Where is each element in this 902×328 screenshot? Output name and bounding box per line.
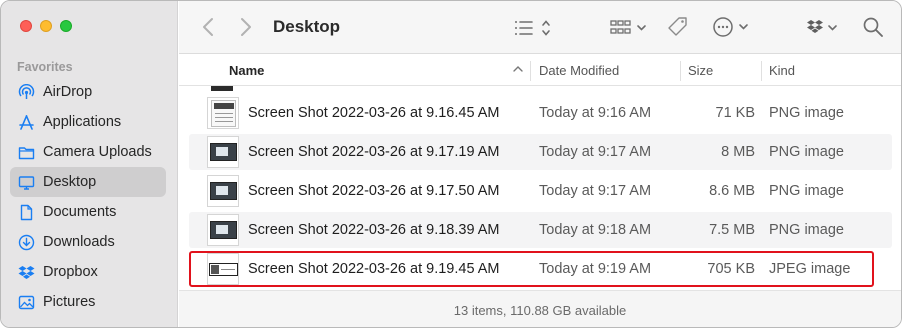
folder-icon bbox=[18, 144, 35, 161]
finder-window: Favorites AirDrop Applications Camera Up… bbox=[0, 0, 902, 328]
file-row[interactable]: Screen Shot 2022-03-26 at 9.18.39 AM Tod… bbox=[189, 212, 892, 248]
file-date: Today at 9:18 AM bbox=[539, 222, 652, 238]
file-name: Screen Shot 2022-03-26 at 9.19.45 AM bbox=[248, 261, 500, 277]
close-window-button[interactable] bbox=[20, 20, 32, 32]
column-header-date-modified[interactable]: Date Modified bbox=[539, 63, 619, 78]
sidebar-item-applications[interactable]: Applications bbox=[10, 107, 166, 137]
desktop-icon bbox=[18, 174, 35, 191]
more-icon bbox=[713, 17, 748, 37]
sidebar-item-label: Documents bbox=[43, 204, 117, 220]
zoom-window-button[interactable] bbox=[60, 20, 72, 32]
sidebar-item-label: Downloads bbox=[43, 234, 115, 250]
sidebar-item-desktop[interactable]: Desktop bbox=[10, 167, 166, 197]
sidebar-item-camera-uploads[interactable]: Camera Uploads bbox=[10, 137, 166, 167]
column-header-bar: Name Date Modified Size Kind bbox=[179, 55, 901, 86]
downloads-icon bbox=[18, 234, 35, 251]
file-name: Screen Shot 2022-03-26 at 9.17.19 AM bbox=[248, 144, 500, 160]
search-icon bbox=[863, 17, 883, 37]
dropbox-icon bbox=[807, 20, 837, 33]
file-name: Screen Shot 2022-03-26 at 9.18.39 AM bbox=[248, 222, 500, 238]
action-menu-button[interactable] bbox=[712, 15, 752, 39]
sidebar-item-pictures[interactable]: Pictures bbox=[10, 287, 166, 317]
file-date: Today at 9:19 AM bbox=[539, 261, 652, 277]
file-kind: PNG image bbox=[769, 105, 844, 121]
column-header-size[interactable]: Size bbox=[688, 63, 713, 78]
file-size: 705 KB bbox=[707, 261, 755, 277]
minimize-window-button[interactable] bbox=[40, 20, 52, 32]
pictures-icon bbox=[18, 294, 35, 311]
file-thumbnail bbox=[207, 97, 239, 129]
file-date: Today at 9:17 AM bbox=[539, 183, 652, 199]
status-bar: 13 items, 110.88 GB available bbox=[179, 290, 901, 327]
file-date: Today at 9:17 AM bbox=[539, 144, 652, 160]
sidebar-list: AirDrop Applications Camera Uploads Desk… bbox=[10, 77, 166, 317]
file-name: Screen Shot 2022-03-26 at 9.17.50 AM bbox=[248, 183, 500, 199]
sidebar-item-dropbox[interactable]: Dropbox bbox=[10, 257, 166, 287]
group-icon bbox=[610, 20, 646, 34]
airdrop-icon bbox=[18, 83, 35, 101]
group-button[interactable] bbox=[609, 16, 651, 40]
tag-icon bbox=[668, 17, 687, 36]
file-row[interactable]: Screen Shot 2022-03-26 at 9.19.45 AM Tod… bbox=[189, 251, 892, 287]
file-list: Screen Shot 2022-03-26 at 9.16.45 AM Tod… bbox=[189, 86, 892, 289]
sidebar-item-label: Desktop bbox=[43, 174, 97, 190]
document-icon bbox=[18, 204, 35, 221]
column-header-name[interactable]: Name bbox=[229, 63, 264, 78]
sidebar: Favorites AirDrop Applications Camera Up… bbox=[1, 1, 178, 327]
file-thumbnail bbox=[207, 136, 239, 168]
dropbox-icon bbox=[18, 264, 35, 281]
file-size: 8 MB bbox=[721, 144, 755, 160]
back-button[interactable] bbox=[197, 16, 219, 38]
sidebar-item-label: AirDrop bbox=[43, 84, 93, 100]
chevron-left-icon bbox=[203, 18, 213, 36]
window-title: Desktop bbox=[273, 17, 341, 36]
sidebar-item-documents[interactable]: Documents bbox=[10, 197, 166, 227]
file-thumbnail bbox=[207, 175, 239, 207]
sidebar-item-label: Applications bbox=[43, 114, 122, 130]
dropbox-menu-button[interactable] bbox=[806, 16, 842, 40]
list-view-icon bbox=[515, 20, 550, 36]
sort-ascending-icon[interactable] bbox=[512, 61, 524, 80]
toolbar: Desktop bbox=[179, 1, 901, 54]
file-row[interactable]: Screen Shot 2022-03-26 at 9.17.50 AM Tod… bbox=[189, 173, 892, 209]
file-kind: PNG image bbox=[769, 183, 844, 199]
favorites-heading: Favorites bbox=[17, 60, 73, 74]
sidebar-item-label: Camera Uploads bbox=[43, 144, 152, 160]
applications-icon bbox=[18, 114, 35, 131]
column-divider[interactable] bbox=[530, 61, 531, 81]
view-options-button[interactable] bbox=[513, 16, 555, 40]
file-date: Today at 9:16 AM bbox=[539, 105, 652, 121]
column-divider[interactable] bbox=[761, 61, 762, 81]
file-name: Screen Shot 2022-03-26 at 9.16.45 AM bbox=[248, 105, 500, 121]
window-controls bbox=[20, 20, 72, 32]
tag-button[interactable] bbox=[666, 15, 690, 39]
column-header-kind[interactable]: Kind bbox=[769, 63, 795, 78]
file-row[interactable]: Screen Shot 2022-03-26 at 9.16.45 AM Tod… bbox=[189, 95, 892, 131]
chevron-right-icon bbox=[241, 18, 251, 36]
file-thumbnail bbox=[211, 86, 233, 91]
file-thumbnail bbox=[207, 214, 239, 246]
sidebar-item-label: Dropbox bbox=[43, 264, 98, 280]
file-row[interactable]: Screen Shot 2022-03-26 at 9.17.19 AM Tod… bbox=[189, 134, 892, 170]
column-divider[interactable] bbox=[680, 61, 681, 81]
file-size: 71 KB bbox=[715, 105, 756, 121]
file-kind: PNG image bbox=[769, 144, 844, 160]
sidebar-item-downloads[interactable]: Downloads bbox=[10, 227, 166, 257]
file-size: 7.5 MB bbox=[709, 222, 755, 238]
file-kind: JPEG image bbox=[769, 261, 851, 277]
file-thumbnail bbox=[207, 253, 239, 285]
file-size: 8.6 MB bbox=[709, 183, 755, 199]
status-text: 13 items, 110.88 GB available bbox=[453, 302, 627, 318]
sidebar-item-airdrop[interactable]: AirDrop bbox=[10, 77, 166, 107]
forward-button[interactable] bbox=[235, 16, 257, 38]
file-kind: PNG image bbox=[769, 222, 844, 238]
search-button[interactable] bbox=[861, 15, 885, 39]
sidebar-item-label: Pictures bbox=[43, 294, 96, 310]
